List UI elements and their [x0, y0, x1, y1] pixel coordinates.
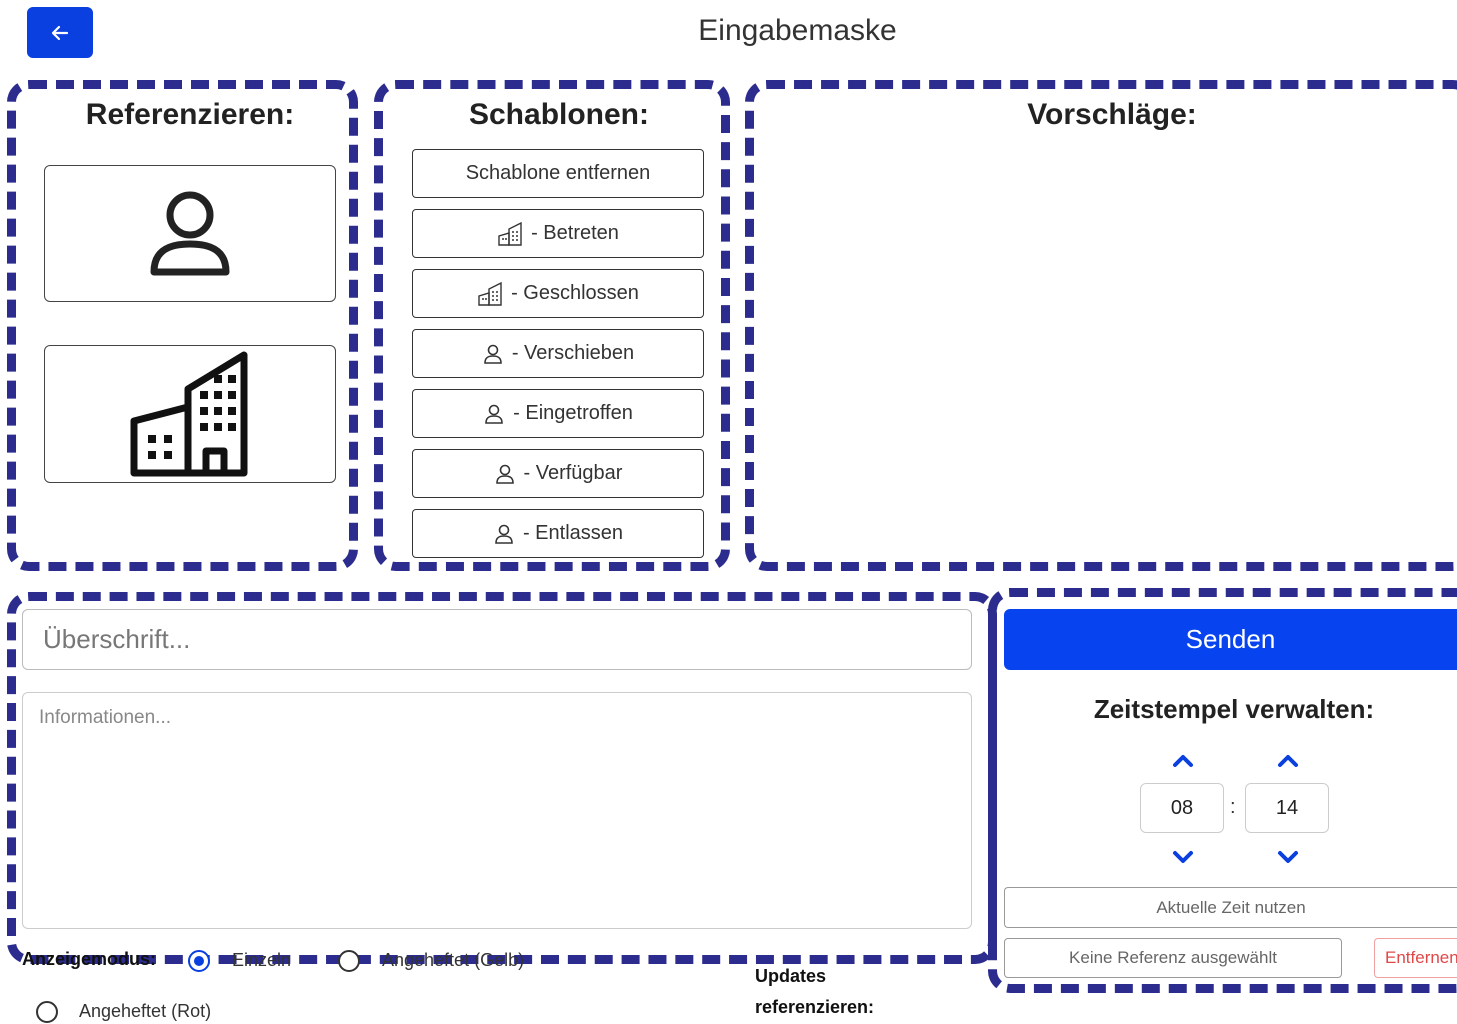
send-button[interactable]: Senden [1004, 609, 1457, 670]
person-icon [485, 404, 503, 424]
vorschlaege-heading: Vorschläge: [1027, 98, 1197, 131]
updates-label-line2: referenzieren: [755, 997, 875, 1017]
vorschlaege-panel [745, 80, 1457, 571]
minutes-input[interactable]: 14 [1245, 783, 1329, 833]
template-label: - Eingetroffen [513, 402, 633, 424]
referenzieren-panel [7, 80, 358, 571]
chevron-down-icon [1278, 851, 1298, 863]
template-eingetroffen-button[interactable]: - Eingetroffen [412, 389, 704, 438]
updates-label-line1: Updates [755, 966, 827, 986]
template-remove-button[interactable]: Schablone entfernen [412, 149, 704, 198]
minutes-up-button[interactable] [1273, 746, 1303, 776]
hours-up-button[interactable] [1168, 746, 1198, 776]
template-geschlossen-button[interactable]: - Geschlossen [412, 269, 704, 318]
template-verschieben-button[interactable]: - Verschieben [412, 329, 704, 378]
reference-person-card[interactable] [44, 165, 336, 302]
referenzieren-heading: Referenzieren: [85, 98, 295, 131]
info-textarea[interactable]: Informationen... [22, 692, 972, 929]
template-label: - Entlassen [522, 522, 624, 544]
current-time-button[interactable]: Aktuelle Zeit nutzen [1004, 887, 1457, 928]
reference-select-button[interactable]: Keine Referenz ausgewählt [1004, 938, 1342, 978]
template-label: - Geschlossen [511, 282, 639, 304]
page-title: Eingabemaske [698, 14, 897, 47]
title-input[interactable]: Überschrift... [22, 609, 972, 670]
chevron-up-icon [1173, 755, 1193, 767]
building-icon [478, 281, 502, 306]
reference-building-card[interactable] [44, 345, 336, 483]
radio-einzeln-label: Einzeln [232, 950, 292, 970]
template-label: - Verschieben [511, 342, 635, 364]
template-label: Schablone entfernen [465, 162, 651, 184]
template-betreten-button[interactable]: - Betreten [412, 209, 704, 258]
template-entlassen-button[interactable]: - Entlassen [412, 509, 704, 558]
display-mode-label: Anzeigemodus: [22, 949, 157, 969]
person-icon [495, 524, 513, 544]
template-label: - Betreten [531, 222, 619, 244]
hours-input[interactable]: 08 [1140, 783, 1224, 833]
updates-reference-label: Updates referenzieren: [755, 961, 874, 1023]
building-icon [498, 221, 522, 246]
timestamp-heading: Zeitstempel verwalten: [1093, 694, 1375, 724]
radio-angeheftet-rot[interactable] [36, 1001, 58, 1023]
minutes-down-button[interactable] [1273, 842, 1303, 872]
schablonen-heading: Schablonen: [468, 98, 649, 131]
radio-angeheftet-gelb-label: Angeheftet (Gelb) [382, 950, 525, 970]
remove-reference-button[interactable]: Entfernen [1374, 938, 1457, 978]
hours-down-button[interactable] [1168, 842, 1198, 872]
building-icon [130, 351, 248, 477]
chevron-up-icon [1278, 755, 1298, 767]
person-icon [484, 344, 502, 364]
radio-angeheftet-gelb[interactable] [338, 950, 360, 972]
person-icon [495, 464, 514, 484]
chevron-down-icon [1173, 851, 1193, 863]
person-icon [150, 191, 230, 275]
radio-angeheftet-rot-label: Angeheftet (Rot) [79, 1001, 212, 1021]
radio-einzeln[interactable] [188, 950, 210, 972]
template-verfuegbar-button[interactable]: - Verfügbar [412, 449, 704, 498]
time-separator: : [1230, 796, 1236, 818]
template-label: - Verfügbar [523, 462, 623, 484]
